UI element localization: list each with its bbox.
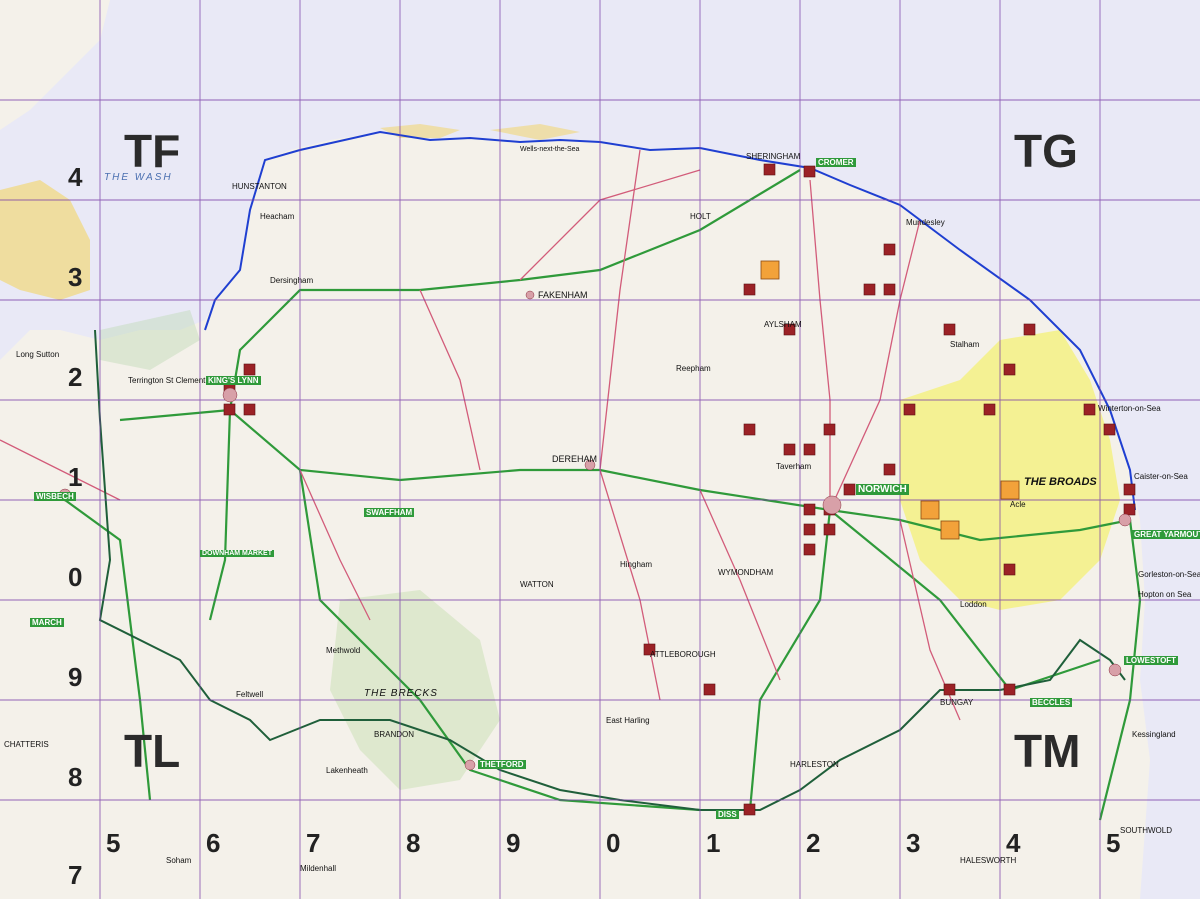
town-label-feltwell[interactable]: Feltwell: [236, 690, 263, 699]
easting-label: 3: [906, 828, 921, 858]
town-label-heacham[interactable]: Heacham: [260, 212, 294, 221]
region-label-broads: THE BROADS: [1024, 476, 1097, 488]
town-label-loddon[interactable]: Loddon: [960, 600, 987, 609]
town-label-harleston[interactable]: HARLESTON: [790, 760, 839, 769]
town-label-wells[interactable]: Wells-next-the-Sea: [520, 146, 579, 153]
easting-label: 7: [306, 828, 321, 858]
easting-label: 1: [706, 828, 721, 858]
town-label-gorleston[interactable]: Gorleston-on-Sea: [1138, 570, 1200, 579]
easting-label: 8: [406, 828, 421, 858]
town-label-lowestoft[interactable]: LOWESTOFT: [1124, 656, 1179, 665]
land-lincs: [0, 0, 110, 130]
town-label-hunstanton[interactable]: HUNSTANTON: [232, 182, 287, 191]
town-label-wymondham[interactable]: WYMONDHAM: [718, 568, 773, 577]
town-label-soham[interactable]: Soham: [166, 856, 191, 865]
town-label-fakenham[interactable]: FAKENHAM: [538, 290, 588, 300]
town-label-great-yarmouth[interactable]: GREAT YARMOUTH: [1132, 530, 1200, 539]
town-label-halesworth[interactable]: HALESWORTH: [960, 856, 1016, 865]
grid-square-tl: TL: [124, 725, 181, 777]
town-label-terrington[interactable]: Terrington St Clement: [128, 376, 205, 385]
town-label-watton[interactable]: WATTON: [520, 580, 554, 589]
town-label-methwold[interactable]: Methwold: [326, 646, 360, 655]
northing-label: 0: [68, 562, 83, 592]
town-label-dereham[interactable]: DEREHAM: [552, 454, 597, 464]
town-label-march[interactable]: MARCH: [30, 618, 64, 627]
town-label-brandon[interactable]: BRANDON: [374, 730, 414, 739]
town-label-stalham[interactable]: Stalham: [950, 340, 979, 349]
northing-label: 7: [68, 860, 83, 890]
town-label-hingham[interactable]: Hingham: [620, 560, 652, 569]
town-label-taverham[interactable]: Taverham: [776, 462, 811, 471]
town-label-east-harling[interactable]: East Harling: [606, 716, 650, 725]
region-label-wash: THE WASH: [104, 172, 173, 183]
town-label-downham-market[interactable]: DOWNHAM MARKET: [200, 550, 274, 557]
town-label-bungay[interactable]: BUNGAY: [940, 698, 973, 707]
os-map[interactable]: TF TG TL TM 4 3 2 1 0 9 8 7 5 6 7 8 9 0 …: [0, 0, 1200, 899]
town-label-hopton[interactable]: Hopton on Sea: [1138, 590, 1191, 599]
region-label-brecks: THE BRECKS: [364, 688, 438, 699]
northing-label: 9: [68, 662, 83, 692]
easting-label: 4: [1006, 828, 1021, 858]
town-label-diss[interactable]: DISS: [716, 810, 739, 819]
town-label-swaffham[interactable]: SWAFFHAM: [364, 508, 415, 517]
easting-label: 5: [1106, 828, 1121, 858]
town-label-cromer[interactable]: CROMER: [816, 158, 856, 167]
easting-label: 5: [106, 828, 121, 858]
town-label-kings-lynn[interactable]: KING'S LYNN: [206, 376, 261, 385]
town-label-dersingham[interactable]: Dersingham: [270, 276, 313, 285]
town-label-chatteris[interactable]: CHATTERIS: [4, 740, 49, 749]
northing-label: 3: [68, 262, 83, 292]
town-label-mundesley[interactable]: Mundesley: [906, 218, 945, 227]
town-label-thetford[interactable]: THETFORD: [478, 760, 526, 769]
town-label-caister[interactable]: Caister-on-Sea: [1134, 472, 1188, 481]
town-label-winterton[interactable]: Winterton-on-Sea: [1098, 404, 1161, 413]
easting-label: 2: [806, 828, 821, 858]
grid-square-tg: TG: [1014, 125, 1078, 177]
town-label-long-sutton[interactable]: Long Sutton: [16, 350, 59, 359]
easting-label: 9: [506, 828, 521, 858]
town-label-acle[interactable]: Acle: [1010, 500, 1026, 509]
town-label-kessingland[interactable]: Kessingland: [1132, 730, 1176, 739]
grid-square-tm: TM: [1014, 725, 1081, 777]
northing-label: 4: [68, 162, 83, 192]
town-label-attleborough[interactable]: ATTLEBOROUGH: [650, 650, 716, 659]
town-label-reepham[interactable]: Reepham: [676, 364, 711, 373]
town-label-norwich[interactable]: NORWICH: [856, 484, 909, 495]
easting-label: 6: [206, 828, 221, 858]
town-label-southwold[interactable]: SOUTHWOLD: [1120, 826, 1172, 835]
town-label-wisbech[interactable]: WISBECH: [34, 492, 76, 501]
town-label-lakenheath[interactable]: Lakenheath: [326, 766, 368, 775]
town-label-sheringham[interactable]: SHERINGHAM: [746, 152, 800, 161]
grid-square-tf: TF: [124, 125, 181, 177]
northing-label: 1: [68, 462, 83, 492]
town-label-aylsham[interactable]: AYLSHAM: [764, 320, 802, 329]
northing-label: 8: [68, 762, 83, 792]
town-label-beccles[interactable]: BECCLES: [1030, 698, 1073, 707]
easting-label: 0: [606, 828, 621, 858]
town-label-mildenhall[interactable]: Mildenhall: [300, 864, 336, 873]
northing-label: 2: [68, 362, 83, 392]
town-label-holt[interactable]: HOLT: [690, 212, 711, 221]
